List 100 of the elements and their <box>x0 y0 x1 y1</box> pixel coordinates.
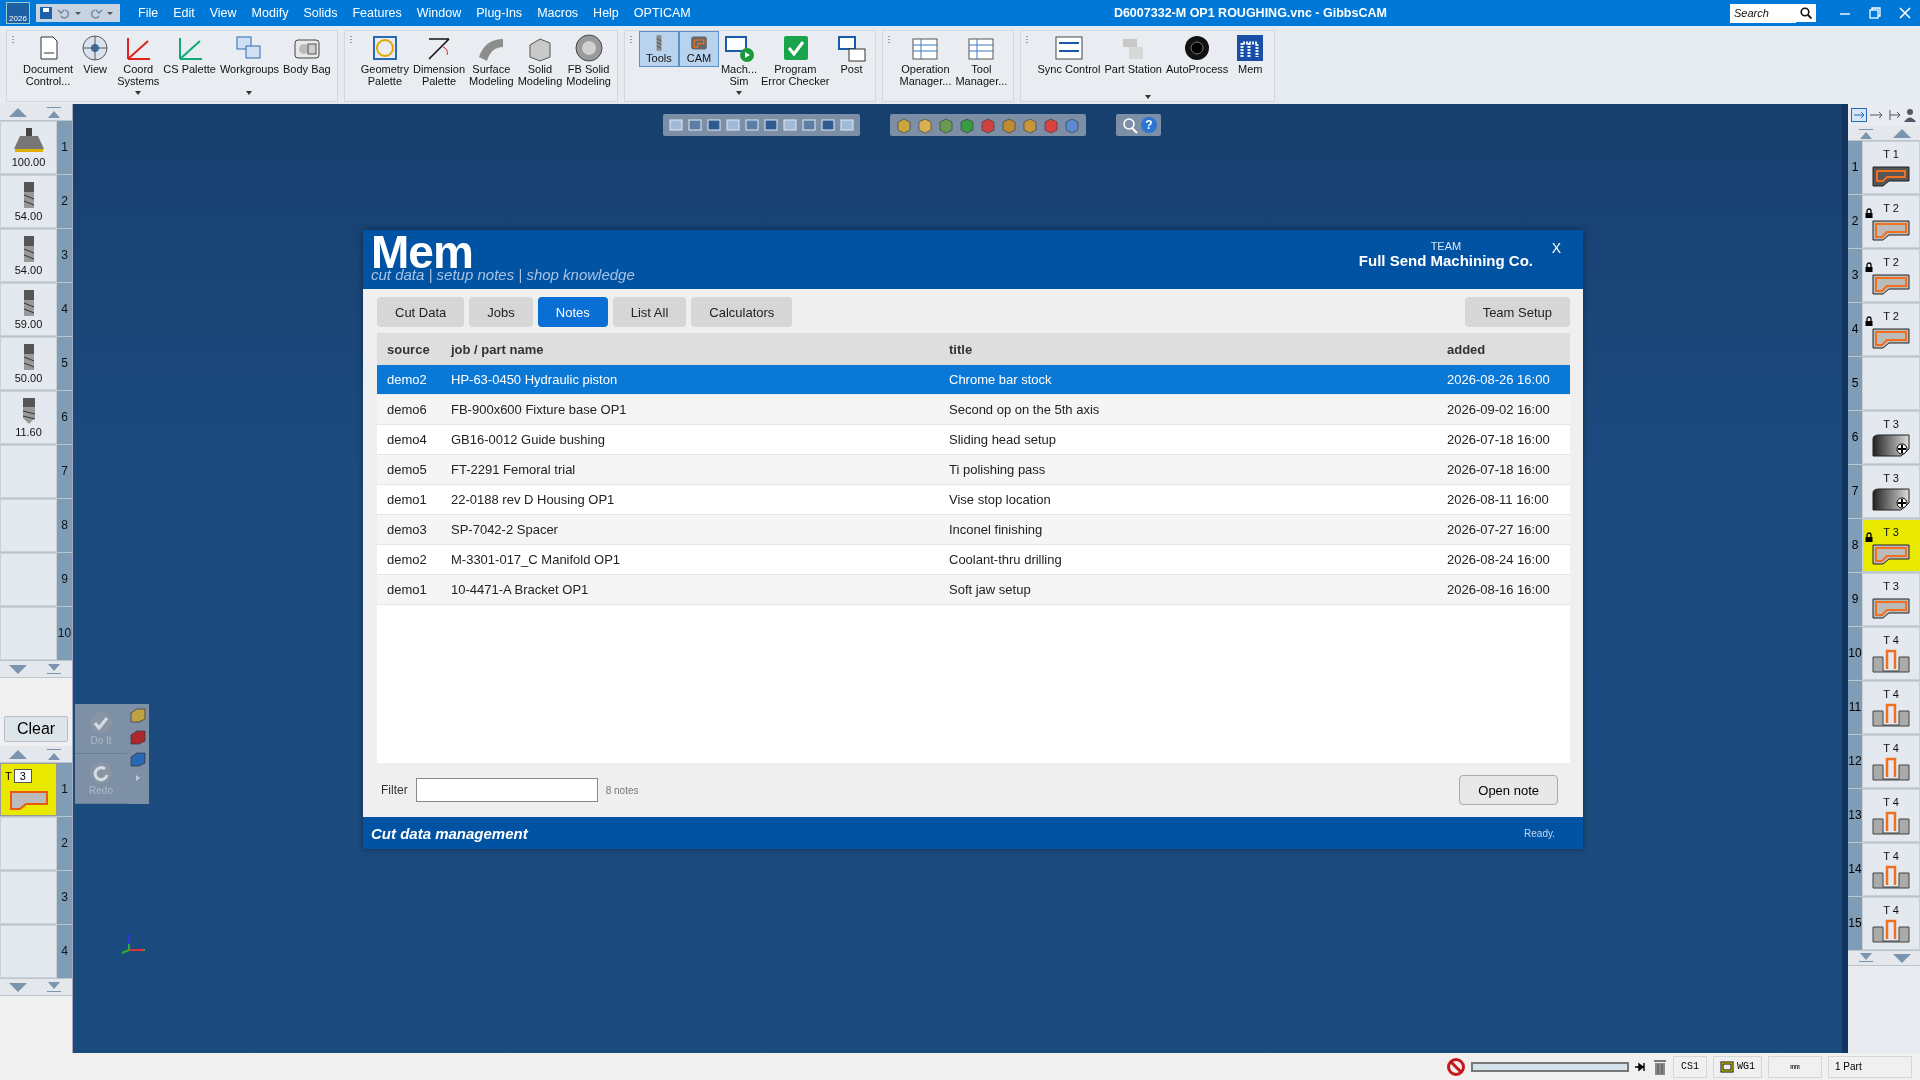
zoom-fit-icon[interactable] <box>1120 116 1140 134</box>
toolbar-button[interactable]: Tool Manager... <box>953 31 1010 95</box>
caret-icon[interactable] <box>1144 95 1151 99</box>
operation-slot[interactable]: T 2 <box>1862 195 1920 248</box>
view-icon[interactable] <box>800 116 818 134</box>
tool-slot[interactable]: 11.60 <box>0 391 57 444</box>
close-icon[interactable] <box>1898 6 1912 20</box>
table-row[interactable]: demo2 HP-63-0450 Hydraulic piston Chrome bar stock 2026-08-26 16:00 <box>377 365 1570 395</box>
toolbar-button[interactable]: Geometry Palette <box>358 31 412 95</box>
cube-icon[interactable] <box>957 116 977 134</box>
workgroup[interactable]: WG1 <box>1713 1055 1762 1078</box>
operation-slot[interactable]: T 1 <box>1862 141 1920 194</box>
operation-slot[interactable]: T 3 <box>1862 519 1920 572</box>
menu-item[interactable]: Plug-Ins <box>476 6 523 20</box>
menu-item[interactable]: Help <box>593 6 619 20</box>
cube-icon[interactable] <box>1041 116 1061 134</box>
menu-item[interactable]: View <box>209 6 237 20</box>
process-slot[interactable]: T 3 <box>0 763 57 816</box>
cube-icon[interactable] <box>936 116 956 134</box>
view-icon[interactable] <box>743 116 761 134</box>
process-slot[interactable] <box>0 817 57 870</box>
tool-slot[interactable] <box>0 607 57 660</box>
tool-slot[interactable] <box>0 553 57 606</box>
tab[interactable]: Jobs <box>469 297 533 327</box>
close-button[interactable]: X <box>1551 240 1561 256</box>
app-icon[interactable]: 2026 <box>6 2 30 24</box>
table-row[interactable]: demo6 FB-900x600 Fixture base OP1 Second op on the 5th axis 2026-09-02 16:00 <box>377 395 1570 425</box>
team-setup-button[interactable]: Team Setup <box>1464 297 1570 327</box>
tool-slot[interactable]: 59.00 <box>0 283 57 336</box>
tab[interactable]: Calculators <box>691 297 793 327</box>
process-slot[interactable] <box>0 871 57 924</box>
view-icon[interactable] <box>686 116 704 134</box>
cube-icon[interactable] <box>1020 116 1040 134</box>
table-row[interactable]: demo3 SP-7042-2 Spacer Inconel finishing 2026-07-27 16:00 <box>377 515 1570 545</box>
solid-icon[interactable] <box>129 729 147 745</box>
menu-item[interactable]: Macros <box>537 6 579 20</box>
toolbar-button[interactable]: Program Error Checker <box>759 31 832 95</box>
caret-icon[interactable] <box>735 91 742 95</box>
caret-icon[interactable] <box>246 91 253 95</box>
view-icon[interactable] <box>705 116 723 134</box>
view-icon[interactable] <box>724 116 742 134</box>
help-button[interactable]: ? <box>1141 117 1157 133</box>
operation-slot[interactable]: T 3 <box>1862 465 1920 518</box>
toolbar-button[interactable]: CS Palette <box>161 31 218 95</box>
menu-item[interactable]: Solids <box>303 6 338 20</box>
flow-icon[interactable] <box>1850 108 1867 122</box>
cube-icon[interactable] <box>999 116 1019 134</box>
view-icon[interactable] <box>838 116 856 134</box>
menu-item[interactable]: File <box>138 6 159 20</box>
operation-slot[interactable]: T 4 <box>1862 843 1920 896</box>
tool-slot[interactable] <box>0 445 57 498</box>
process-slot[interactable] <box>0 925 57 978</box>
operation-slot[interactable]: T 4 <box>1862 897 1920 950</box>
operation-slot[interactable]: T 2 <box>1862 249 1920 302</box>
toolbar-button[interactable]: View <box>75 31 116 95</box>
tool-slot[interactable] <box>0 499 57 552</box>
operation-slot[interactable]: T 4 <box>1862 627 1920 680</box>
solid-icon[interactable] <box>129 751 147 767</box>
view-icon[interactable] <box>781 116 799 134</box>
menu-item[interactable]: Modify <box>251 6 289 20</box>
toolbar-button[interactable]: CAM <box>678 31 719 67</box>
tab[interactable]: Cut Data <box>377 297 465 327</box>
trash-icon[interactable] <box>1653 1057 1667 1076</box>
toolbar-button[interactable]: Operation Manager... <box>897 31 954 95</box>
solid-icon[interactable] <box>129 707 147 723</box>
menu-item[interactable]: Features <box>352 6 402 20</box>
toolbar-button[interactable]: Mach... Sim <box>718 31 759 95</box>
menu-item[interactable]: Edit <box>173 6 195 20</box>
tool-slot[interactable]: 100.00 <box>0 121 57 174</box>
restore-icon[interactable] <box>1868 6 1882 20</box>
menu-item[interactable]: OPTICAM <box>633 6 691 20</box>
cube-icon[interactable] <box>1062 116 1082 134</box>
save-icon[interactable] <box>39 6 53 20</box>
toolbar-button[interactable]: Tools <box>638 31 679 67</box>
toolbar-button[interactable]: Solid Modeling <box>515 31 565 95</box>
tool-slot[interactable]: 54.00 <box>0 175 57 228</box>
coordinate-system[interactable]: CS1 <box>1673 1055 1707 1078</box>
toolbar-button[interactable]: Document Control... <box>21 31 76 95</box>
table-row[interactable]: demo5 FT-2291 Femoral trial Ti polishing pass 2026-07-18 16:00 <box>377 455 1570 485</box>
table-row[interactable]: demo1 10-4471-A Bracket OP1 Soft jaw setup 2026-08-16 16:00 <box>377 575 1570 605</box>
operation-slot[interactable]: T 3 <box>1862 573 1920 626</box>
tool-slot[interactable]: 54.00 <box>0 229 57 282</box>
toolbar-button[interactable]: Coord Systems <box>115 31 162 95</box>
tool-slot[interactable]: 50.00 <box>0 337 57 390</box>
clear-button[interactable]: Clear <box>4 716 68 742</box>
toolbar-button[interactable]: Workgroups <box>217 31 282 95</box>
open-note-button[interactable]: Open note <box>1459 775 1558 805</box>
user-icon[interactable] <box>1903 108 1918 122</box>
view-icon[interactable] <box>667 116 685 134</box>
tab[interactable]: Notes <box>537 297 608 327</box>
pin-icon[interactable] <box>1635 1061 1647 1072</box>
toolbar-button[interactable]: Surface Modeling <box>467 31 516 95</box>
toolbar-button[interactable]: Part Station <box>1102 31 1164 95</box>
toolbar-button[interactable]: AutoProcess <box>1163 31 1231 95</box>
operation-slot[interactable]: T 4 <box>1862 681 1920 734</box>
toolbar-button[interactable]: Dimension Palette <box>411 31 467 95</box>
operation-slot[interactable]: T 4 <box>1862 735 1920 788</box>
view-icon[interactable] <box>762 116 780 134</box>
toolbar-button[interactable]: Post <box>831 31 872 95</box>
menu-item[interactable]: Window <box>416 6 462 20</box>
